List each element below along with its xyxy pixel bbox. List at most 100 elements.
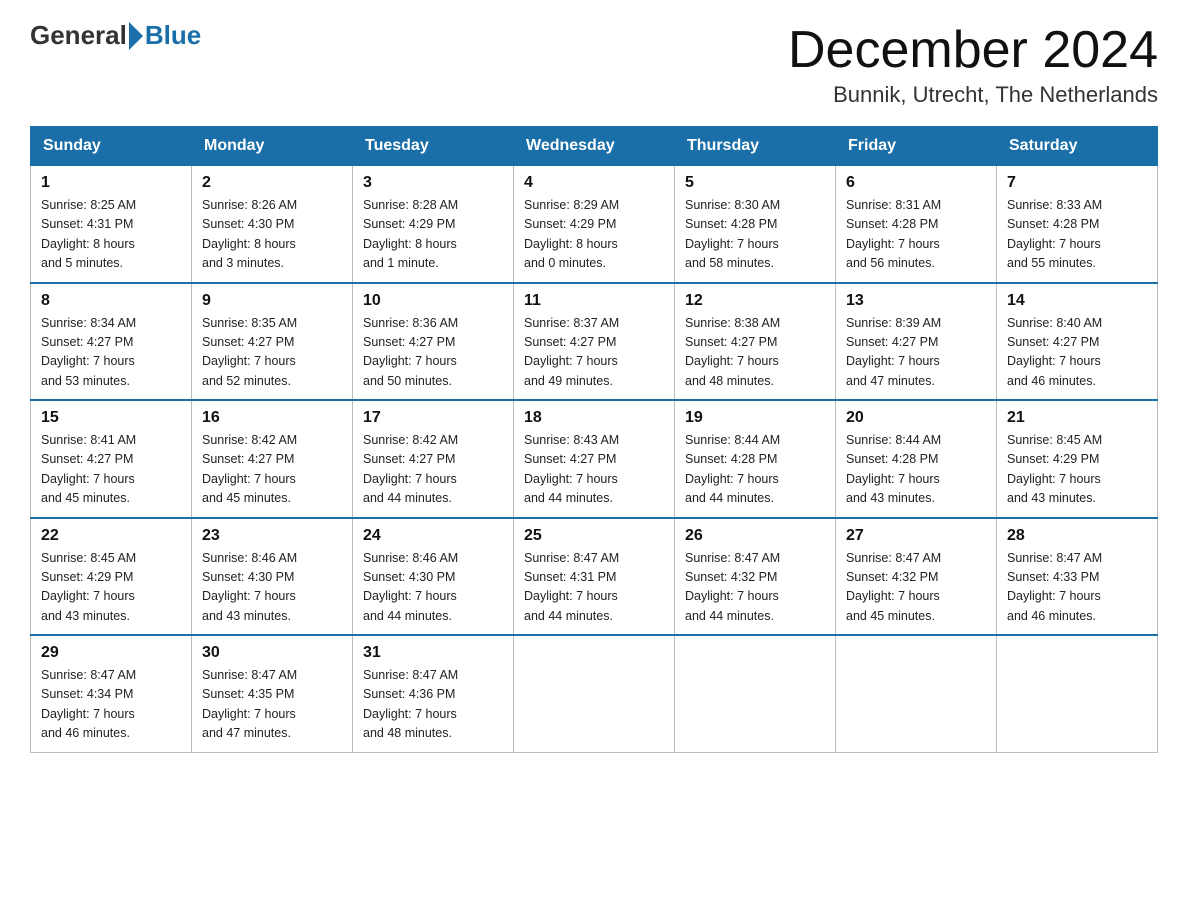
day-info: Sunrise: 8:34 AMSunset: 4:27 PMDaylight:…	[41, 314, 181, 392]
logo-blue-text: Blue	[145, 20, 201, 51]
day-info: Sunrise: 8:47 AMSunset: 4:35 PMDaylight:…	[202, 666, 342, 744]
day-number: 12	[685, 292, 825, 310]
calendar-day-cell: 8Sunrise: 8:34 AMSunset: 4:27 PMDaylight…	[31, 283, 192, 401]
day-number: 27	[846, 527, 986, 545]
day-number: 7	[1007, 174, 1147, 192]
day-of-week-header: Saturday	[997, 127, 1158, 166]
calendar-day-cell: 24 Sunrise: 8:46 AMSunset: 4:30 PMDayligh…	[353, 518, 514, 636]
day-info: Sunrise: 8:33 AMSunset: 4:28 PMDaylight:…	[1007, 196, 1147, 274]
calendar-day-cell: 16 Sunrise: 8:42 AMSunset: 4:27 PMDayligh…	[192, 400, 353, 518]
calendar-day-cell	[997, 635, 1158, 752]
calendar-week-row: 29 Sunrise: 8:47 AMSunset: 4:34 PMDayligh…	[31, 635, 1158, 752]
day-info: Sunrise: 8:44 AMSunset: 4:28 PMDaylight:…	[685, 431, 825, 509]
calendar-day-cell: 18Sunrise: 8:43 AMSunset: 4:27 PMDayligh…	[514, 400, 675, 518]
calendar-day-cell: 19 Sunrise: 8:44 AMSunset: 4:28 PMDayligh…	[675, 400, 836, 518]
calendar-week-row: 15Sunrise: 8:41 AMSunset: 4:27 PMDayligh…	[31, 400, 1158, 518]
day-info: Sunrise: 8:25 AMSunset: 4:31 PMDaylight:…	[41, 196, 181, 274]
day-number: 5	[685, 174, 825, 192]
calendar-day-cell: 2Sunrise: 8:26 AMSunset: 4:30 PMDaylight…	[192, 166, 353, 283]
day-info: Sunrise: 8:42 AMSunset: 4:27 PMDaylight:…	[202, 431, 342, 509]
day-info: Sunrise: 8:47 AMSunset: 4:34 PMDaylight:…	[41, 666, 181, 744]
calendar-day-cell: 13 Sunrise: 8:39 AMSunset: 4:27 PMDayligh…	[836, 283, 997, 401]
day-number: 30	[202, 644, 342, 662]
day-number: 28	[1007, 527, 1147, 545]
day-number: 22	[41, 527, 181, 545]
logo-general-text: General	[30, 20, 127, 51]
day-info: Sunrise: 8:30 AMSunset: 4:28 PMDaylight:…	[685, 196, 825, 274]
day-info: Sunrise: 8:36 AMSunset: 4:27 PMDaylight:…	[363, 314, 503, 392]
calendar-day-cell: 25Sunrise: 8:47 AMSunset: 4:31 PMDayligh…	[514, 518, 675, 636]
calendar-day-cell: 1 Sunrise: 8:25 AMSunset: 4:31 PMDaylight…	[31, 166, 192, 283]
day-info: Sunrise: 8:41 AMSunset: 4:27 PMDaylight:…	[41, 431, 181, 509]
day-info: Sunrise: 8:47 AMSunset: 4:32 PMDaylight:…	[846, 549, 986, 627]
day-number: 9	[202, 292, 342, 310]
day-number: 6	[846, 174, 986, 192]
calendar-day-cell: 11Sunrise: 8:37 AMSunset: 4:27 PMDayligh…	[514, 283, 675, 401]
day-info: Sunrise: 8:45 AMSunset: 4:29 PMDaylight:…	[41, 549, 181, 627]
calendar-day-cell: 22 Sunrise: 8:45 AMSunset: 4:29 PMDayligh…	[31, 518, 192, 636]
calendar-day-cell	[675, 635, 836, 752]
day-info: Sunrise: 8:43 AMSunset: 4:27 PMDaylight:…	[524, 431, 664, 509]
calendar-day-cell: 20Sunrise: 8:44 AMSunset: 4:28 PMDayligh…	[836, 400, 997, 518]
day-info: Sunrise: 8:35 AMSunset: 4:27 PMDaylight:…	[202, 314, 342, 392]
day-number: 29	[41, 644, 181, 662]
day-info: Sunrise: 8:28 AMSunset: 4:29 PMDaylight:…	[363, 196, 503, 274]
day-info: Sunrise: 8:44 AMSunset: 4:28 PMDaylight:…	[846, 431, 986, 509]
day-number: 25	[524, 527, 664, 545]
day-info: Sunrise: 8:29 AMSunset: 4:29 PMDaylight:…	[524, 196, 664, 274]
calendar-day-cell: 30 Sunrise: 8:47 AMSunset: 4:35 PMDayligh…	[192, 635, 353, 752]
page-header: General Blue December 2024 Bunnik, Utrec…	[30, 20, 1158, 108]
calendar-day-cell: 23 Sunrise: 8:46 AMSunset: 4:30 PMDayligh…	[192, 518, 353, 636]
day-of-week-header: Tuesday	[353, 127, 514, 166]
day-number: 13	[846, 292, 986, 310]
day-number: 16	[202, 409, 342, 427]
calendar-day-cell: 4Sunrise: 8:29 AMSunset: 4:29 PMDaylight…	[514, 166, 675, 283]
calendar-day-cell: 28 Sunrise: 8:47 AMSunset: 4:33 PMDayligh…	[997, 518, 1158, 636]
calendar-day-cell: 26 Sunrise: 8:47 AMSunset: 4:32 PMDayligh…	[675, 518, 836, 636]
day-number: 24	[363, 527, 503, 545]
day-number: 14	[1007, 292, 1147, 310]
calendar-day-cell: 5 Sunrise: 8:30 AMSunset: 4:28 PMDaylight…	[675, 166, 836, 283]
calendar-day-cell: 31Sunrise: 8:47 AMSunset: 4:36 PMDayligh…	[353, 635, 514, 752]
calendar-day-cell: 9 Sunrise: 8:35 AMSunset: 4:27 PMDaylight…	[192, 283, 353, 401]
day-number: 3	[363, 174, 503, 192]
day-number: 26	[685, 527, 825, 545]
day-of-week-header: Wednesday	[514, 127, 675, 166]
day-info: Sunrise: 8:46 AMSunset: 4:30 PMDaylight:…	[202, 549, 342, 627]
calendar-table: SundayMondayTuesdayWednesdayThursdayFrid…	[30, 126, 1158, 753]
day-info: Sunrise: 8:26 AMSunset: 4:30 PMDaylight:…	[202, 196, 342, 274]
day-of-week-header: Monday	[192, 127, 353, 166]
calendar-header-row: SundayMondayTuesdayWednesdayThursdayFrid…	[31, 127, 1158, 166]
day-info: Sunrise: 8:40 AMSunset: 4:27 PMDaylight:…	[1007, 314, 1147, 392]
calendar-day-cell: 21Sunrise: 8:45 AMSunset: 4:29 PMDayligh…	[997, 400, 1158, 518]
day-number: 10	[363, 292, 503, 310]
calendar-day-cell	[836, 635, 997, 752]
day-number: 17	[363, 409, 503, 427]
day-of-week-header: Thursday	[675, 127, 836, 166]
calendar-day-cell: 27 Sunrise: 8:47 AMSunset: 4:32 PMDayligh…	[836, 518, 997, 636]
calendar-day-cell	[514, 635, 675, 752]
calendar-day-cell: 12Sunrise: 8:38 AMSunset: 4:27 PMDayligh…	[675, 283, 836, 401]
day-info: Sunrise: 8:45 AMSunset: 4:29 PMDaylight:…	[1007, 431, 1147, 509]
day-info: Sunrise: 8:46 AMSunset: 4:30 PMDaylight:…	[363, 549, 503, 627]
calendar-day-cell: 7 Sunrise: 8:33 AMSunset: 4:28 PMDaylight…	[997, 166, 1158, 283]
calendar-week-row: 8Sunrise: 8:34 AMSunset: 4:27 PMDaylight…	[31, 283, 1158, 401]
location-subtitle: Bunnik, Utrecht, The Netherlands	[788, 82, 1158, 108]
calendar-day-cell: 15Sunrise: 8:41 AMSunset: 4:27 PMDayligh…	[31, 400, 192, 518]
day-info: Sunrise: 8:42 AMSunset: 4:27 PMDaylight:…	[363, 431, 503, 509]
day-of-week-header: Friday	[836, 127, 997, 166]
day-info: Sunrise: 8:47 AMSunset: 4:33 PMDaylight:…	[1007, 549, 1147, 627]
day-info: Sunrise: 8:47 AMSunset: 4:32 PMDaylight:…	[685, 549, 825, 627]
calendar-day-cell: 29 Sunrise: 8:47 AMSunset: 4:34 PMDayligh…	[31, 635, 192, 752]
calendar-day-cell: 10 Sunrise: 8:36 AMSunset: 4:27 PMDayligh…	[353, 283, 514, 401]
day-number: 11	[524, 292, 664, 310]
day-number: 1	[41, 174, 181, 192]
day-number: 19	[685, 409, 825, 427]
day-info: Sunrise: 8:31 AMSunset: 4:28 PMDaylight:…	[846, 196, 986, 274]
day-number: 31	[363, 644, 503, 662]
day-number: 23	[202, 527, 342, 545]
calendar-week-row: 1 Sunrise: 8:25 AMSunset: 4:31 PMDaylight…	[31, 166, 1158, 283]
day-info: Sunrise: 8:39 AMSunset: 4:27 PMDaylight:…	[846, 314, 986, 392]
calendar-week-row: 22 Sunrise: 8:45 AMSunset: 4:29 PMDayligh…	[31, 518, 1158, 636]
logo-arrow-icon	[129, 22, 143, 50]
